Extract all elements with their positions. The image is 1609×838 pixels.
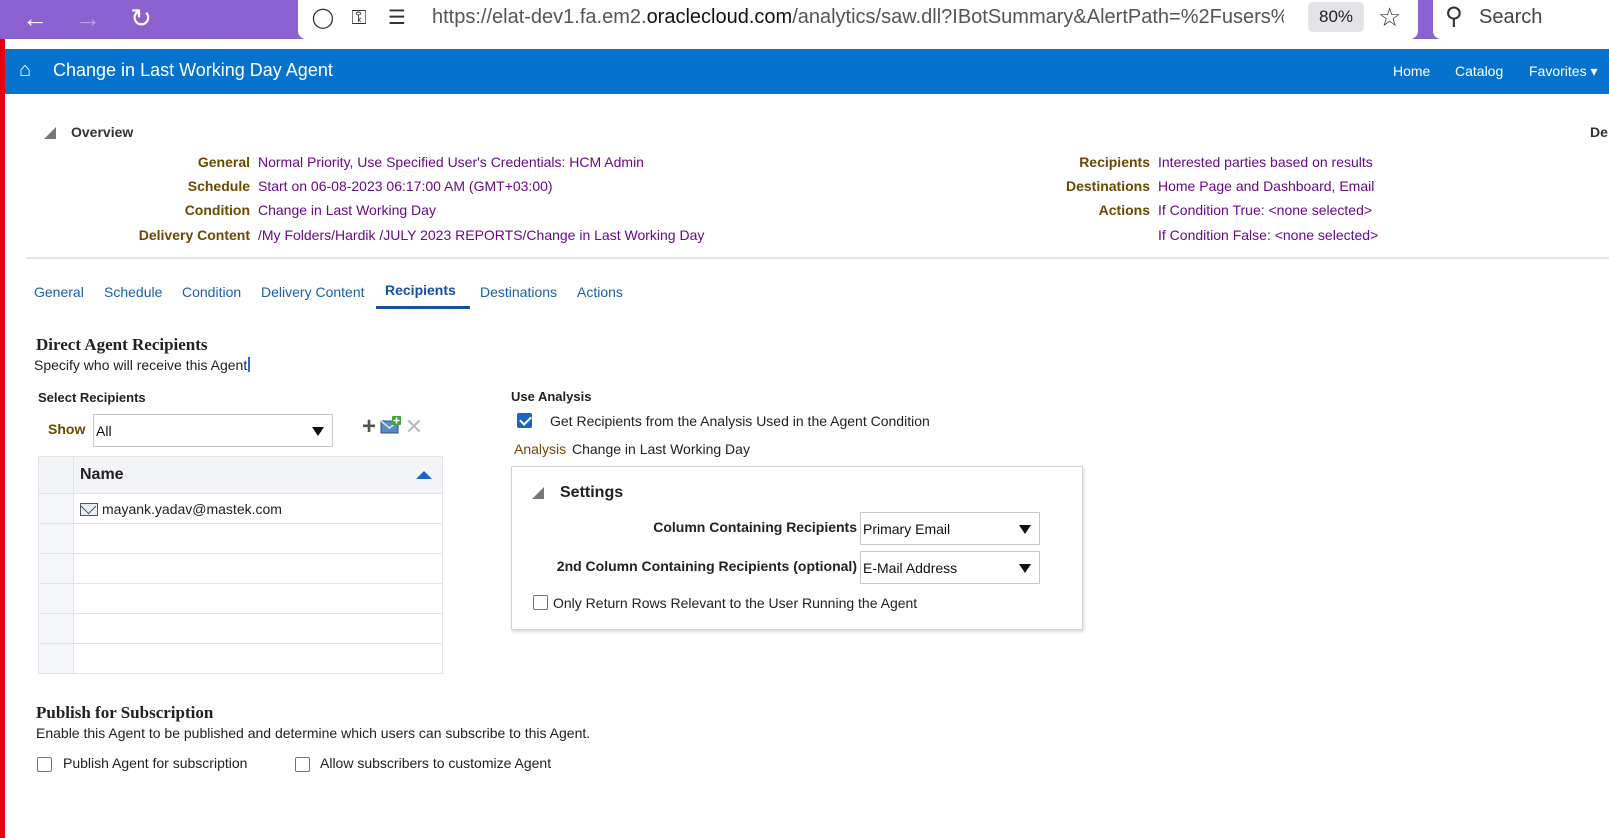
bookmark-star-icon[interactable]: ☆ <box>1378 2 1401 32</box>
remove-icon[interactable]: ✕ <box>403 416 425 438</box>
second-column-recipients-value: E-Mail Address <box>863 560 958 576</box>
allow-customize-checkbox[interactable] <box>295 757 310 772</box>
column-recipients-label: Column Containing Recipients <box>653 519 857 535</box>
window-edge <box>0 0 5 838</box>
recipient-email: mayank.yadav@mastek.com <box>102 500 282 517</box>
second-column-recipients-label: 2nd Column Containing Recipients (option… <box>556 558 857 574</box>
select-recipients-label: Select Recipients <box>38 390 146 405</box>
table-row[interactable] <box>38 523 443 554</box>
overview-divider <box>26 257 1609 259</box>
use-analysis-label: Use Analysis <box>511 389 592 404</box>
table-header-row: Name <box>38 456 443 494</box>
email-icon <box>80 502 98 516</box>
header-favorites-link[interactable]: Favorites ▾ <box>1529 63 1598 80</box>
get-recipients-label[interactable]: Get Recipients from the Analysis Used in… <box>550 413 930 429</box>
forward-arrow-icon[interactable]: → <box>71 2 105 36</box>
overview-value-delivery-content[interactable]: /My Folders/Hardik /JULY 2023 REPORTS/Ch… <box>258 227 704 243</box>
overview-collapse-icon[interactable] <box>44 127 56 139</box>
show-select[interactable]: All <box>93 414 333 447</box>
show-select-value: All <box>96 423 112 439</box>
address-bar[interactable]: ◯ ⚿ ☰ https://elat-dev1.fa.em2.oracleclo… <box>298 0 1418 39</box>
settings-title: Settings <box>560 484 624 501</box>
overview-value-recipients[interactable]: Interested parties based on results <box>1158 154 1373 170</box>
overview-label-condition: Condition <box>184 202 250 218</box>
permissions-icon[interactable]: ☰ <box>382 3 412 33</box>
direct-recipients-title: Direct Agent Recipients <box>36 335 208 354</box>
overview-value-actions-false[interactable]: If Condition False: <none selected> <box>1158 227 1378 243</box>
name-column-header[interactable]: Name <box>73 456 443 494</box>
tab-destinations[interactable]: Destinations <box>480 284 557 300</box>
settings-panel: Settings Column Containing Recipients Pr… <box>511 466 1083 630</box>
publish-desc: Enable this Agent to be published and de… <box>36 725 591 741</box>
table-corner-cell <box>38 456 74 494</box>
allow-customize-label[interactable]: Allow subscribers to customize Agent <box>320 755 551 771</box>
table-row[interactable] <box>38 613 443 644</box>
chevron-down-icon <box>1019 564 1031 573</box>
table-row[interactable] <box>38 643 443 674</box>
overview-cut-label: De <box>1590 124 1608 140</box>
tab-actions[interactable]: Actions <box>577 284 623 300</box>
second-column-recipients-select[interactable]: E-Mail Address <box>860 551 1040 584</box>
analysis-label: Analysis <box>514 441 567 457</box>
overview-label-actions: Actions <box>1098 202 1150 218</box>
get-recipients-checkbox[interactable] <box>517 413 532 428</box>
analysis-value: Change in Last Working Day <box>572 441 750 457</box>
overview-value-destinations[interactable]: Home Page and Dashboard, Email <box>1158 178 1374 194</box>
shield-icon[interactable]: ◯ <box>308 3 338 33</box>
text-caret <box>248 357 251 372</box>
lock-icon[interactable]: ⚿ <box>344 3 374 33</box>
back-arrow-icon[interactable]: ← <box>18 2 52 36</box>
tab-general[interactable]: General <box>34 284 84 300</box>
search-icon: ⚲ <box>1445 3 1463 30</box>
header-home-link[interactable]: Home <box>1393 63 1430 79</box>
reload-icon[interactable]: ↻ <box>124 2 158 36</box>
overview-value-schedule[interactable]: Start on 06-08-2023 06:17:00 AM (GMT+03:… <box>258 178 553 194</box>
app-header: ⌂ Change in Last Working Day Agent Home … <box>5 49 1609 94</box>
recipients-table: Name mayank.yadav@mastek.com <box>38 456 443 674</box>
column-recipients-select[interactable]: Primary Email <box>860 512 1040 545</box>
overview-value-condition[interactable]: Change in Last Working Day <box>258 202 436 218</box>
column-recipients-value: Primary Email <box>863 521 951 537</box>
publish-agent-label[interactable]: Publish Agent for subscription <box>63 755 247 771</box>
table-row[interactable] <box>38 583 443 614</box>
page-title: Change in Last Working Day Agent <box>53 60 333 80</box>
zoom-badge[interactable]: 80% <box>1308 2 1364 32</box>
tab-schedule[interactable]: Schedule <box>104 284 162 300</box>
tab-delivery-content[interactable]: Delivery Content <box>261 284 365 300</box>
show-label: Show <box>48 421 86 437</box>
active-tab-indicator <box>376 306 470 309</box>
browser-search-box[interactable]: ⚲ Search <box>1433 0 1609 39</box>
add-recipient-icon[interactable] <box>380 416 402 438</box>
sort-ascending-icon[interactable] <box>416 471 432 479</box>
overview-title: Overview <box>71 124 134 140</box>
home-icon[interactable]: ⌂ <box>19 59 41 81</box>
only-return-rows-label[interactable]: Only Return Rows Relevant to the User Ru… <box>553 595 917 611</box>
overview-label-destinations: Destinations <box>1065 178 1150 194</box>
header-catalog-link[interactable]: Catalog <box>1455 63 1503 79</box>
add-icon[interactable]: + <box>358 415 380 439</box>
overview-label-recipients: Recipients <box>1079 154 1150 170</box>
search-label: Search <box>1479 6 1543 28</box>
overview-value-actions-true[interactable]: If Condition True: <none selected> <box>1158 202 1372 218</box>
chevron-down-icon <box>312 427 324 436</box>
publish-title: Publish for Subscription <box>36 703 214 722</box>
publish-agent-checkbox[interactable] <box>37 757 52 772</box>
only-return-rows-checkbox[interactable] <box>533 595 548 610</box>
overview-label-general: General <box>197 154 250 170</box>
tab-recipients[interactable]: Recipients <box>385 282 456 298</box>
direct-recipients-desc: Specify who will receive this Agent <box>34 357 251 373</box>
chevron-down-icon <box>1019 525 1031 534</box>
overview-label-delivery-content: Delivery Content <box>138 227 250 243</box>
tab-condition[interactable]: Condition <box>182 284 241 300</box>
table-row[interactable]: mayank.yadav@mastek.com <box>38 493 443 524</box>
settings-collapse-icon[interactable] <box>532 487 544 499</box>
url-text[interactable]: https://elat-dev1.fa.em2.oraclecloud.com… <box>432 6 1284 29</box>
browser-toolbar: ← → ↻ ◯ ⚿ ☰ https://elat-dev1.fa.em2.ora… <box>0 0 1609 39</box>
overview-value-general[interactable]: Normal Priority, Use Specified User's Cr… <box>258 154 644 170</box>
overview-label-schedule: Schedule <box>187 178 250 194</box>
table-row[interactable] <box>38 553 443 584</box>
